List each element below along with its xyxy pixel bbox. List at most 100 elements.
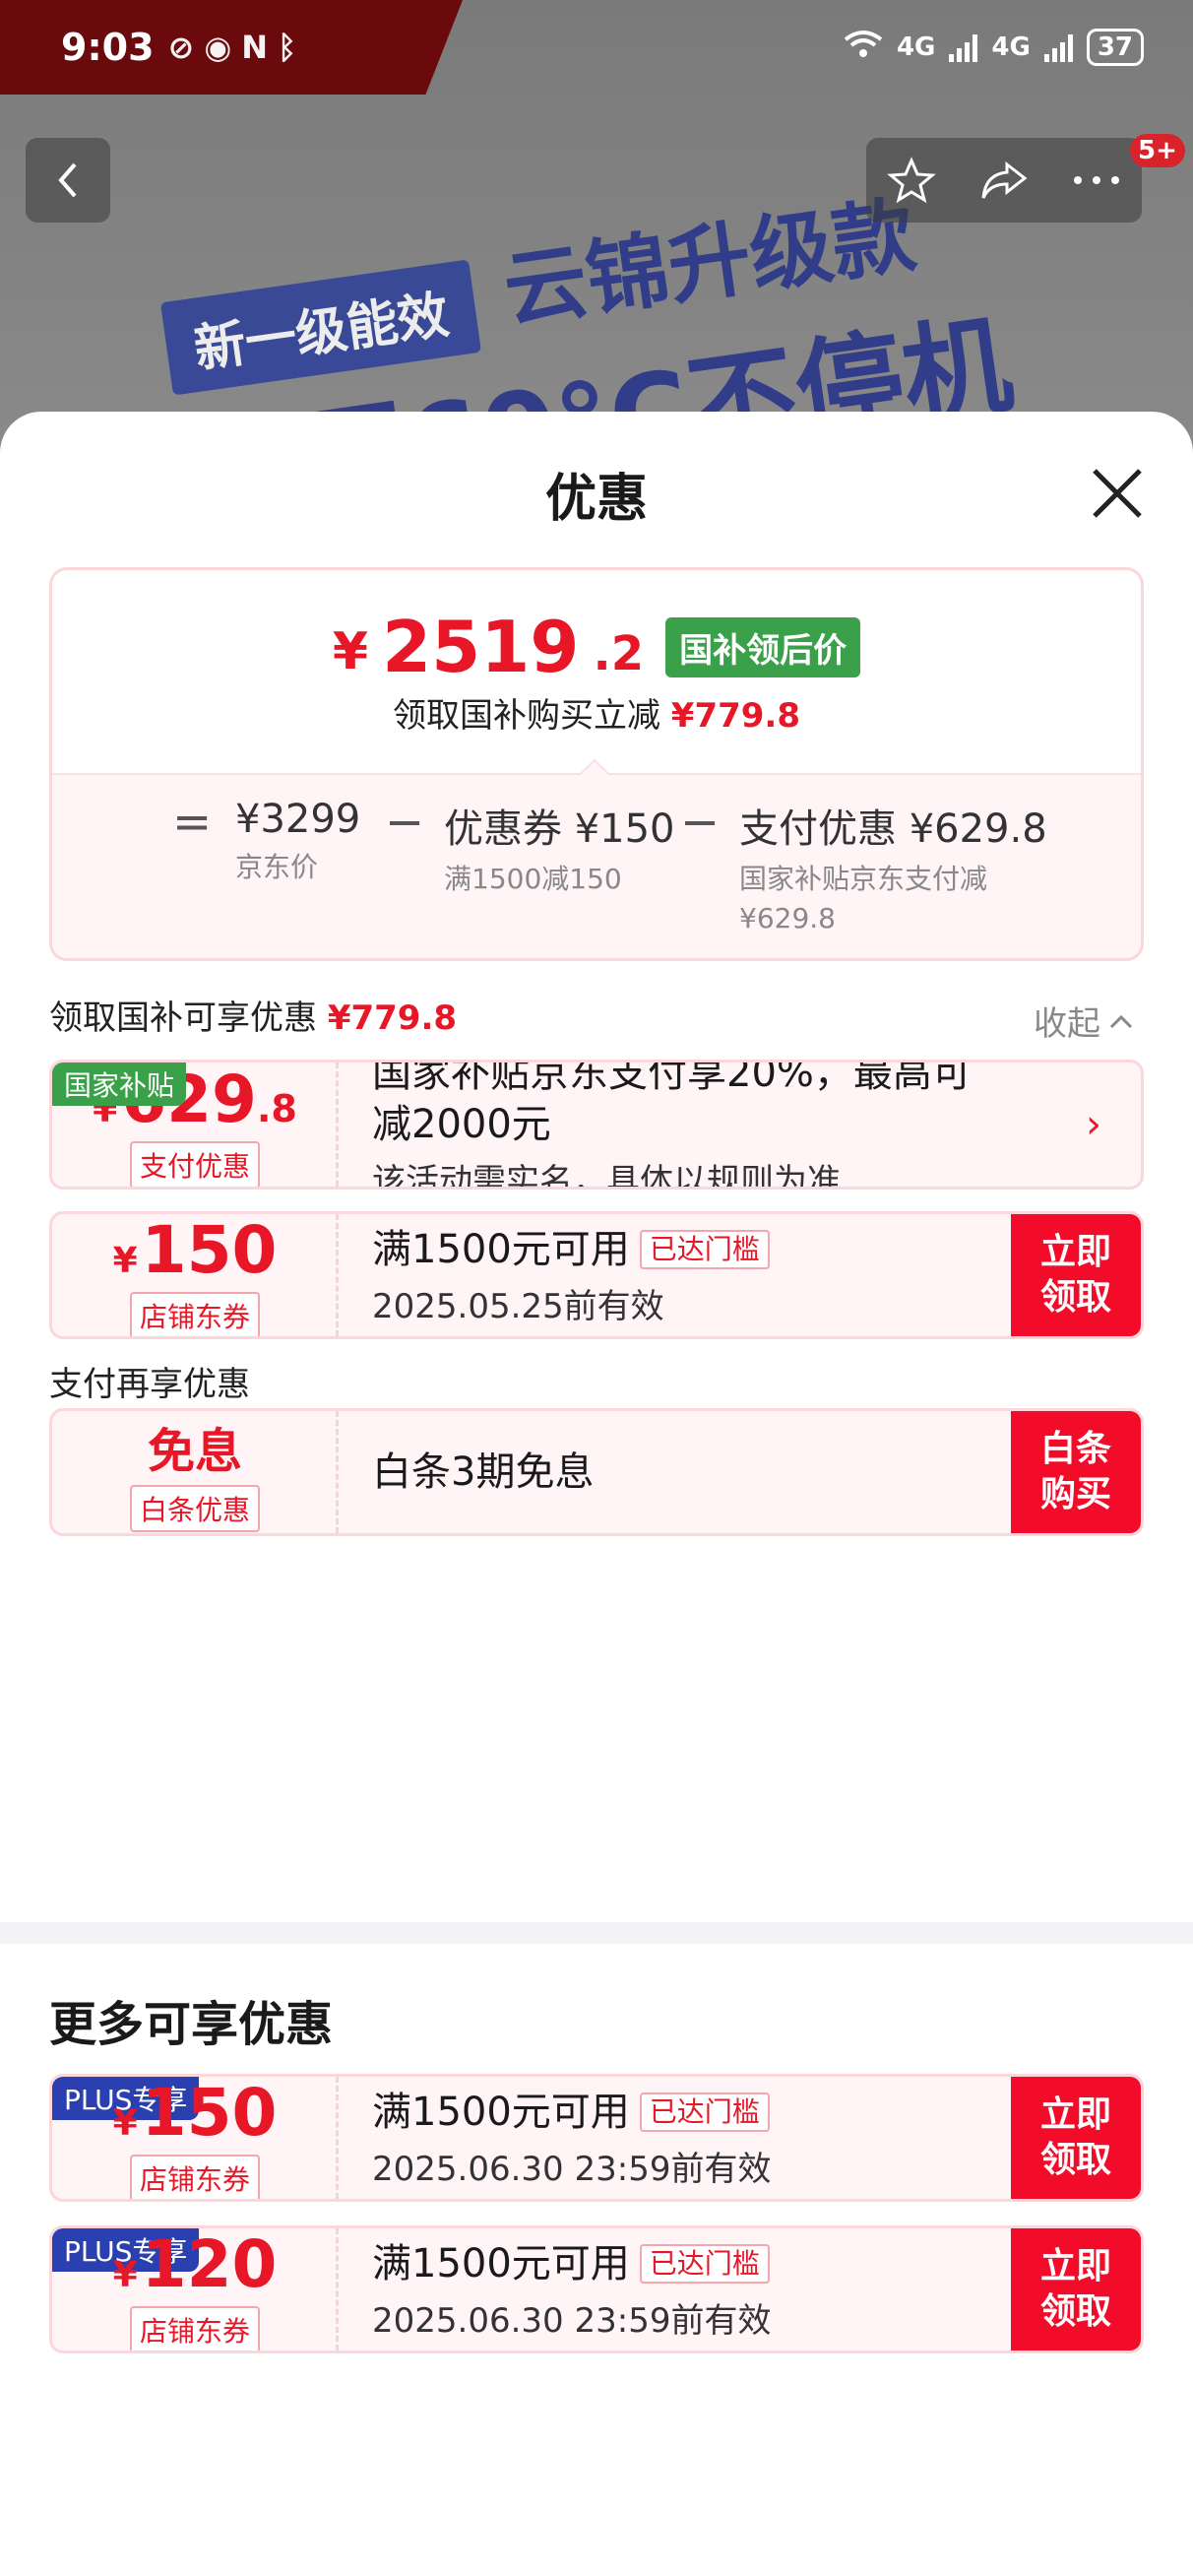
coupon-divider — [336, 1214, 339, 1336]
coupon-title: 满1500元可用 — [372, 2240, 630, 2286]
coupon-divider — [336, 1411, 339, 1533]
more-icon[interactable] — [1072, 174, 1121, 186]
coupon-store-150: ¥ 150 店铺东券 满1500元可用 已达门槛 2025.05.25前有效 立… — [49, 1211, 1144, 1339]
coupon-title: 满1500元可用 — [372, 1226, 630, 1272]
coupon-type: 店铺东券 — [129, 1291, 260, 1336]
subsidy-price-tag: 国补领后价 — [665, 616, 861, 677]
coupon-label: 满1500减150 — [444, 863, 622, 895]
coupon-validity: 2025.06.30 23:59前有效 — [372, 2149, 772, 2189]
baitiao-buy-button[interactable]: 白条购买 — [1011, 1411, 1141, 1533]
coupon-title-row: 满1500元可用 已达门槛 — [372, 1224, 1003, 1275]
coupon-divider — [336, 2077, 339, 2199]
coupon-value: 优惠券 ¥150 — [444, 806, 675, 852]
more-discounts-title: 更多可享优惠 — [49, 1997, 334, 2052]
collapse-button[interactable]: 收起 — [1034, 997, 1134, 1045]
chevron-up-icon — [1109, 1014, 1133, 1028]
close-icon[interactable] — [1083, 459, 1152, 528]
coupon-type: 店铺东券 — [129, 2305, 260, 2351]
coupon-divider — [336, 2228, 339, 2351]
battery-level: 37 — [1097, 32, 1133, 62]
product-page-background: 新一级能效 云锦升级款 至60°C不停机 9:03 ⊘ ◉ Ν ᛒ 4G 4G … — [0, 0, 1193, 463]
price-decimal: .2 — [593, 626, 645, 681]
share-icon[interactable] — [977, 159, 1031, 202]
sync-icon: ⊘ — [167, 29, 195, 66]
payment-label: 国家补贴京东支付减 ¥629.8 — [739, 863, 988, 934]
status-time: 9:03 — [61, 26, 155, 69]
message-badge: 5+ — [1130, 134, 1185, 167]
coupon-type: 支付优惠 — [129, 1140, 260, 1187]
coupon-plus-150: PLUS专享 ¥ 150 店铺东券 满1500元可用 已达门槛 2025.06.… — [49, 2074, 1144, 2202]
coupon-validity: 2025.05.25前有效 — [372, 1286, 664, 1326]
coupon-title-row: 满1500元可用 已达门槛 — [372, 2087, 1003, 2138]
breakdown-jd-price: ¥3299 京东价 — [235, 797, 360, 887]
equals-sign: = — [172, 795, 213, 850]
claim-coupon-button[interactable]: 立即领取 — [1011, 2077, 1141, 2199]
coupon-national-subsidy[interactable]: ¥ 629 .8 支付优惠 国家补贴 国家补贴京东支付享20%，最高可减2000… — [49, 1060, 1144, 1190]
claim-coupon-button[interactable]: 立即领取 — [1011, 2228, 1141, 2351]
wifi-icon — [844, 30, 883, 66]
network-label-1: 4G — [896, 32, 936, 62]
price-breakdown: = ¥3299 京东价 − 优惠券 ¥150 满1500减150 − 支付优惠 … — [52, 773, 1141, 958]
coupon-amount: ¥ 120 — [113, 2228, 278, 2302]
coupon-details: 满1500元可用 已达门槛 2025.06.30 23:59前有效 — [372, 2077, 1003, 2199]
price-integer: 2519 — [382, 606, 580, 688]
back-arrow-icon — [58, 162, 77, 198]
star-icon[interactable] — [887, 156, 936, 205]
coupon-baitiao: 免息 白条优惠 白条3期免息 白条购买 — [49, 1408, 1144, 1536]
coupon-amount: 免息 — [148, 1412, 242, 1481]
coupon-amount: ¥ 150 — [112, 2077, 278, 2151]
coupon-plus-120: PLUS专享 ¥ 120 店铺东券 满1500元可用 已达门槛 2025.06.… — [49, 2225, 1144, 2353]
payment-value: 支付优惠 ¥629.8 — [739, 806, 1047, 852]
bluetooth-icon: ᛒ — [278, 29, 297, 66]
coupon-left: ¥ 120 店铺东券 — [52, 2228, 338, 2351]
reduction-amount: ¥779.8 — [670, 696, 800, 736]
coupon-left: 免息 白条优惠 — [52, 1411, 338, 1533]
jd-price-label: 京东价 — [235, 851, 319, 883]
final-price: ¥ 2519 .2 国补领后价 — [52, 606, 1141, 688]
reduction-text: 领取国补购买立减 ¥779.8 — [52, 688, 1141, 737]
claim-label: 立即领取 — [1039, 2246, 1111, 2332]
battery-icon: 37 — [1086, 29, 1144, 66]
sheet-title: 优惠 — [544, 470, 648, 529]
threshold-badge: 已达门槛 — [639, 2243, 770, 2284]
section-subsidy-amount: ¥779.8 — [327, 998, 458, 1038]
section-payment-label: 支付再享优惠 — [49, 1365, 250, 1404]
currency: ¥ — [332, 622, 369, 681]
breakdown-payment: 支付优惠 ¥629.8 国家补贴京东支付减 ¥629.8 — [739, 797, 1054, 938]
breakdown-coupon: 优惠券 ¥150 满1500减150 — [444, 797, 675, 899]
status-bar: 9:03 ⊘ ◉ Ν ᛒ 4G 4G 37 — [0, 0, 1193, 95]
price-summary-card: ¥ 2519 .2 国补领后价 领取国补购买立减 ¥779.8 = ¥3299 … — [49, 567, 1144, 961]
collapse-label: 收起 — [1034, 1004, 1100, 1044]
chevron-right-icon[interactable]: › — [1086, 1102, 1101, 1147]
coupon-title: 满1500元可用 — [372, 2089, 630, 2135]
coupon-details: 国家补贴京东支付享20%，最高可减2000元 该活动需实名，具体以规则为准 — [372, 1063, 1003, 1187]
coupon-type: 店铺东券 — [129, 2154, 260, 2199]
nfc-icon: Ν — [241, 29, 269, 66]
network-label-2: 4G — [991, 32, 1031, 62]
coupon-title-row: 满1500元可用 已达门槛 — [372, 2238, 1003, 2289]
claim-coupon-button[interactable]: 立即领取 — [1011, 1214, 1141, 1336]
coupon-validity: 2025.06.30 23:59前有效 — [372, 2300, 772, 2341]
coupon-amount: ¥ 150 — [112, 1211, 278, 1288]
coupon-currency: ¥ — [112, 2102, 138, 2144]
coupon-details: 白条3期免息 — [372, 1411, 1003, 1533]
coupon-type: 白条优惠 — [129, 1485, 260, 1532]
back-button[interactable] — [26, 138, 110, 223]
top-actions — [866, 138, 1142, 223]
minus-sign: − — [385, 795, 425, 850]
claim-label: 立即领取 — [1039, 2094, 1111, 2180]
coupon-title: 国家补贴京东支付享20%，最高可减2000元 — [372, 1060, 972, 1147]
coupon-amount-value: 150 — [141, 1211, 278, 1288]
baitiao-buy-label: 白条购买 — [1039, 1429, 1111, 1514]
coupon-divider — [336, 1063, 339, 1187]
baitiao-title: 白条3期免息 — [372, 1449, 595, 1495]
jd-price-value: ¥3299 — [235, 797, 361, 842]
section-separator — [0, 1922, 1193, 1944]
coupon-details: 满1500元可用 已达门槛 2025.06.30 23:59前有效 — [372, 2228, 1003, 2351]
coupon-corner-tag: 国家补贴 — [52, 1063, 187, 1106]
coupon-left: ¥ 150 店铺东券 — [52, 1214, 338, 1336]
section-subsidy-text: 领取国补可享优惠 — [49, 998, 317, 1038]
coupon-details: 满1500元可用 已达门槛 2025.05.25前有效 — [372, 1214, 1003, 1336]
coupon-currency: ¥ — [112, 1240, 138, 1281]
reduction-label: 领取国补购买立减 — [392, 696, 660, 736]
